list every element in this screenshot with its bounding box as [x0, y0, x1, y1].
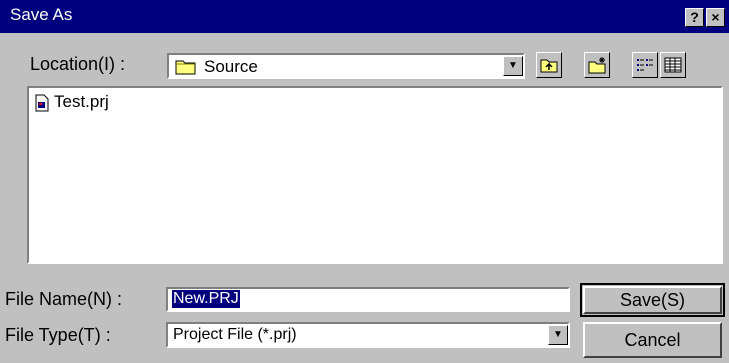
project-file-icon — [34, 94, 50, 117]
folder-icon — [175, 58, 197, 80]
list-view-icon — [636, 57, 654, 78]
save-button[interactable]: Save(S) — [583, 286, 722, 314]
title-bar[interactable]: Save As ? × — [0, 0, 729, 33]
up-folder-icon — [540, 56, 558, 79]
cancel-button[interactable]: Cancel — [583, 322, 722, 358]
filetype-label: File Type(T) : — [5, 325, 111, 345]
filename-label: File Name(N) : — [5, 289, 123, 309]
up-folder-button[interactable] — [536, 52, 562, 78]
details-view-button[interactable] — [660, 52, 686, 78]
file-name: Test.prj — [54, 92, 109, 111]
location-label: Location(I) : — [30, 54, 126, 74]
window-title: Save As — [10, 5, 73, 24]
location-dropdown-button[interactable]: ▼ — [503, 56, 523, 76]
new-folder-icon — [588, 56, 608, 79]
close-button[interactable]: × — [706, 8, 725, 27]
filetype-dropdown-button[interactable]: ▼ — [548, 325, 568, 345]
details-view-icon — [664, 57, 682, 78]
filename-input[interactable]: New.PRJ — [166, 287, 570, 312]
file-list[interactable]: Test.prj — [27, 86, 723, 264]
new-folder-button[interactable] — [584, 52, 610, 78]
location-value: Source — [204, 57, 258, 76]
location-dropdown[interactable]: Source ▼ — [167, 53, 525, 79]
filetype-dropdown[interactable]: Project File (*.prj) ▼ — [166, 322, 570, 348]
help-button[interactable]: ? — [685, 8, 704, 27]
list-view-button[interactable] — [632, 52, 658, 78]
filetype-value: Project File (*.prj) — [173, 326, 297, 343]
filename-value: New.PRJ — [172, 290, 240, 308]
